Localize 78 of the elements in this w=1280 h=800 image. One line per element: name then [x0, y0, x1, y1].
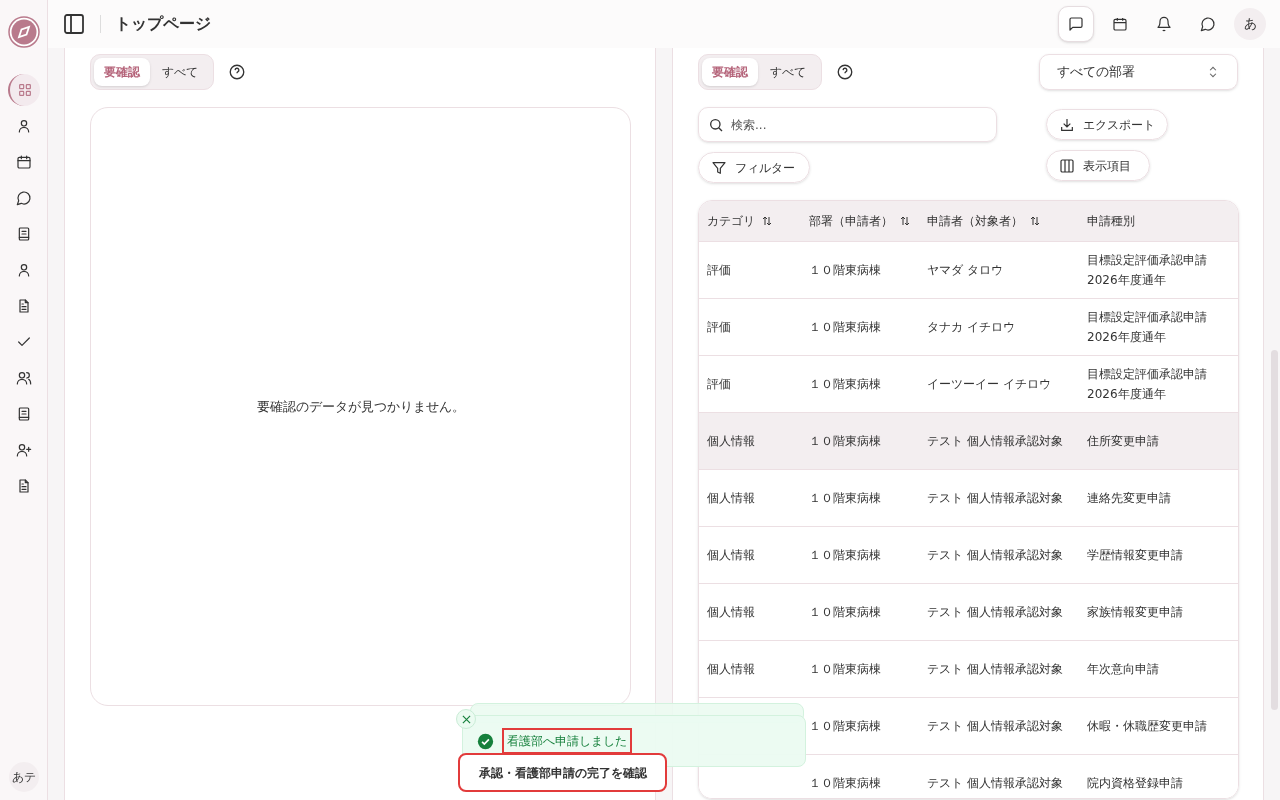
table-row[interactable]: 個人情報 １０階東病棟 テスト 個人情報承認対象 年次意向申請: [699, 641, 1238, 698]
sort-icon[interactable]: [1029, 215, 1041, 227]
tab[interactable]: すべて: [150, 58, 210, 86]
table-cell: １０階東病棟: [809, 719, 881, 733]
close-icon: [461, 714, 471, 724]
sort-icon[interactable]: [761, 215, 773, 227]
help-icon[interactable]: [836, 63, 854, 81]
table-cell: １０階東病棟: [809, 776, 881, 790]
search-field[interactable]: 検索...: [698, 107, 997, 142]
callout-text: 承認・看護部申請の完了を確認: [478, 764, 647, 782]
scrollbar[interactable]: [1271, 350, 1278, 710]
table-row[interactable]: １０階東病棟 テスト 個人情報承認対象 院内資格登録申請: [699, 755, 1238, 798]
column-header[interactable]: 部署（申請者）: [809, 212, 893, 230]
table-cell: 個人情報: [707, 434, 755, 448]
check-circle-icon: [477, 732, 494, 750]
table-cell: テスト 個人情報承認対象: [927, 434, 1063, 448]
dashboard-icon[interactable]: [7, 74, 40, 106]
table-cell: 院内資格登録申請: [1087, 776, 1183, 790]
message-icon[interactable]: [1058, 6, 1094, 42]
table-cell: テスト 個人情報承認対象: [927, 491, 1063, 505]
table-cell: 個人情報: [707, 548, 755, 562]
table-cell: 個人情報: [707, 662, 755, 676]
help-icon[interactable]: [228, 63, 246, 81]
table-cell: テスト 個人情報承認対象: [927, 662, 1063, 676]
user-avatar[interactable]: あテ: [8, 762, 39, 792]
table-cell: １０階東病棟: [809, 491, 881, 505]
table-cell: 個人情報: [707, 491, 755, 505]
sort-icon[interactable]: [899, 215, 911, 227]
tab[interactable]: すべて: [758, 58, 818, 86]
compass-logo-icon: [7, 16, 40, 48]
table-cell: １０階東病棟: [809, 548, 881, 562]
table-row[interactable]: 評価 １０階東病棟 タナカ イチロウ 目標設定評価承認申請 2026年度通年: [699, 299, 1238, 356]
table-cell: 評価: [707, 377, 731, 391]
table-cell: テスト 個人情報承認対象: [927, 719, 1063, 733]
table-row[interactable]: 個人情報 １０階東病棟 テスト 個人情報承認対象 連絡先変更申請: [699, 470, 1238, 527]
table-row[interactable]: 評価 １０階東病棟 イーツーイー イチロウ 目標設定評価承認申請 2026年度通年: [699, 356, 1238, 413]
table-cell: 休暇・休職歴変更申請: [1087, 719, 1207, 733]
table-cell: 個人情報: [707, 605, 755, 619]
table-cell: 目標設定評価承認申請 2026年度通年: [1087, 253, 1207, 287]
table-cell: １０階東病棟: [809, 434, 881, 448]
table-row[interactable]: 個人情報 １０階東病棟 テスト 個人情報承認対象 学歴情報変更申請: [699, 527, 1238, 584]
table-cell: 評価: [707, 320, 731, 334]
table-cell: イーツーイー イチロウ: [927, 377, 1051, 391]
table-cell: １０階東病棟: [809, 662, 881, 676]
table-cell: 学歴情報変更申請: [1087, 548, 1183, 562]
table-cell: 連絡先変更申請: [1087, 491, 1171, 505]
columns-icon: [1059, 157, 1075, 174]
table-cell: １０階東病棟: [809, 377, 881, 391]
table-row[interactable]: 評価 １０階東病棟 ヤマダ タロウ 目標設定評価承認申請 2026年度通年: [699, 242, 1238, 299]
tab[interactable]: 要確認: [702, 58, 758, 86]
table-cell: 年次意向申請: [1087, 662, 1159, 676]
filter-icon: [711, 159, 727, 176]
table-cell: テスト 個人情報承認対象: [927, 548, 1063, 562]
table-row[interactable]: 個人情報 １０階東病棟 テスト 個人情報承認対象 家族情報変更申請: [699, 584, 1238, 641]
download-icon: [1059, 116, 1075, 133]
column-header[interactable]: カテゴリ: [707, 212, 755, 230]
table-cell: テスト 個人情報承認対象: [927, 605, 1063, 619]
page-title: トップページ: [115, 13, 211, 35]
table-row[interactable]: 個人情報 １０階東病棟 テスト 個人情報承認対象 住所変更申請: [699, 413, 1238, 470]
table-cell: １０階東病棟: [809, 263, 881, 277]
column-header[interactable]: 申請種別: [1087, 212, 1135, 230]
table-cell: 住所変更申請: [1087, 434, 1159, 448]
table-cell: １０階東病棟: [809, 320, 881, 334]
table-cell: 評価: [707, 263, 731, 277]
table-cell: １０階東病棟: [809, 605, 881, 619]
table-cell: 目標設定評価承認申請 2026年度通年: [1087, 310, 1207, 344]
table-cell: 家族情報変更申請: [1087, 605, 1183, 619]
empty-message: 要確認のデータが見つかりません。: [256, 397, 465, 416]
table-cell: ヤマダ タロウ: [927, 263, 1003, 277]
department-select[interactable]: すべての部署: [1039, 54, 1238, 90]
column-header[interactable]: 申請者（対象者）: [927, 212, 1023, 230]
sidebar-toggle-icon[interactable]: [62, 12, 86, 36]
search-icon: [708, 117, 724, 133]
tab[interactable]: 要確認: [94, 58, 150, 86]
table-cell: 目標設定評価承認申請 2026年度通年: [1087, 367, 1207, 401]
table-cell: テスト 個人情報承認対象: [927, 776, 1063, 790]
table-cell: タナカ イチロウ: [927, 320, 1015, 334]
user-avatar[interactable]: あ: [1234, 8, 1266, 40]
